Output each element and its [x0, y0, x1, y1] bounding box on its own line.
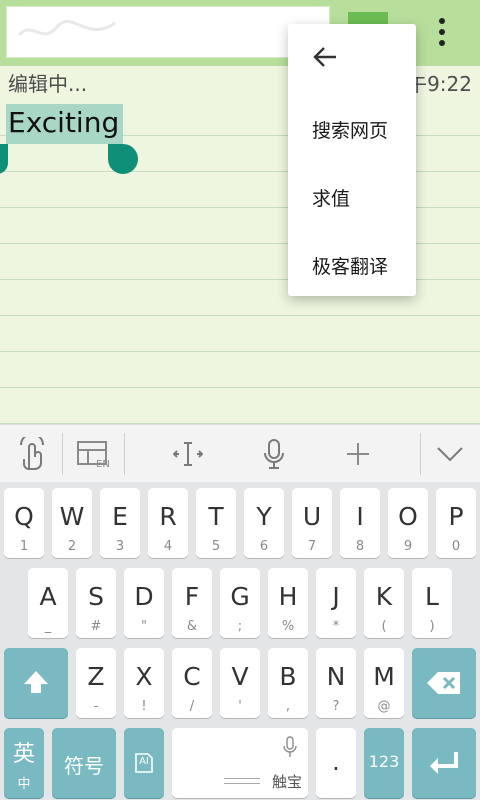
menu-item-evaluate[interactable]: 求值 [312, 184, 350, 211]
key-o[interactable]: O9 [388, 488, 428, 558]
key-p[interactable]: P0 [436, 488, 476, 558]
keyboard-toolbar: EN [0, 424, 480, 482]
cursor-move-icon[interactable] [166, 433, 210, 475]
backspace-key[interactable] [412, 648, 476, 718]
key-q[interactable]: Q1 [4, 488, 44, 558]
key-i[interactable]: I8 [340, 488, 380, 558]
menu-item-search-web[interactable]: 搜索网页 [312, 116, 388, 143]
menu-item-translate[interactable]: 极客翻译 [312, 252, 388, 279]
key-v[interactable]: V ' [220, 648, 260, 718]
key-w[interactable]: W2 [52, 488, 92, 558]
key-j[interactable]: J * [316, 568, 356, 638]
space-bar-lines [224, 778, 260, 784]
editing-status: 编辑中... [8, 72, 88, 96]
back-arrow-icon[interactable] [310, 42, 340, 72]
key-b[interactable]: B, [268, 648, 308, 718]
shift-arrow-icon [24, 671, 48, 693]
context-popup-menu: 搜索网页 求值 极客翻译 [288, 24, 416, 296]
microphone-icon[interactable] [252, 433, 296, 475]
period-key[interactable]: . [316, 728, 356, 798]
key-d[interactable]: D " [124, 568, 164, 638]
shift-key[interactable] [4, 648, 68, 718]
title-field[interactable] [6, 6, 330, 58]
touch-gesture-icon[interactable] [10, 433, 54, 475]
backspace-icon [427, 672, 460, 694]
key-n[interactable]: N? [316, 648, 356, 718]
plus-icon[interactable] [336, 433, 380, 475]
keyboard: Q1 W2 E3 R4 T5 Y6 U7 I8 O9 P0 A _ S # D " F… [0, 482, 480, 800]
key-x[interactable]: X! [124, 648, 164, 718]
key-t[interactable]: T5 [196, 488, 236, 558]
space-mic-icon [283, 736, 297, 757]
enter-key[interactable] [412, 728, 476, 798]
key-g[interactable]: G; [220, 568, 260, 638]
key-z[interactable]: Z- [76, 648, 116, 718]
keyboard-layout-en-icon[interactable]: EN [72, 433, 116, 475]
scribble-decoration [17, 20, 116, 37]
ai-key[interactable]: AI [124, 728, 164, 798]
symbols-key[interactable]: 符号 [52, 728, 116, 798]
enter-icon [430, 752, 458, 774]
key-u[interactable]: U7 [292, 488, 332, 558]
language-switch-key[interactable]: 英 中 [4, 728, 44, 798]
key-f[interactable]: F & [172, 568, 212, 638]
key-h[interactable]: H% [268, 568, 308, 638]
key-r[interactable]: R4 [148, 488, 188, 558]
overflow-menu-icon[interactable] [428, 14, 456, 50]
collapse-keyboard-icon[interactable] [428, 433, 472, 475]
key-k[interactable]: K( [364, 568, 404, 638]
svg-text:EN: EN [96, 459, 110, 469]
key-c[interactable]: C / [172, 648, 212, 718]
key-y[interactable]: Y6 [244, 488, 284, 558]
key-s[interactable]: S # [76, 568, 116, 638]
space-key[interactable]: 触宝 [172, 728, 308, 798]
selected-text[interactable]: Exciting [6, 104, 124, 144]
key-e[interactable]: E3 [100, 488, 140, 558]
selection-handle-end[interactable] [108, 144, 138, 174]
numbers-key[interactable]: 123 [364, 728, 404, 798]
time-label: 午9:22 [407, 72, 472, 96]
key-m[interactable]: M @ [364, 648, 404, 718]
key-a[interactable]: A _ [28, 568, 68, 638]
key-l[interactable]: L) [412, 568, 452, 638]
